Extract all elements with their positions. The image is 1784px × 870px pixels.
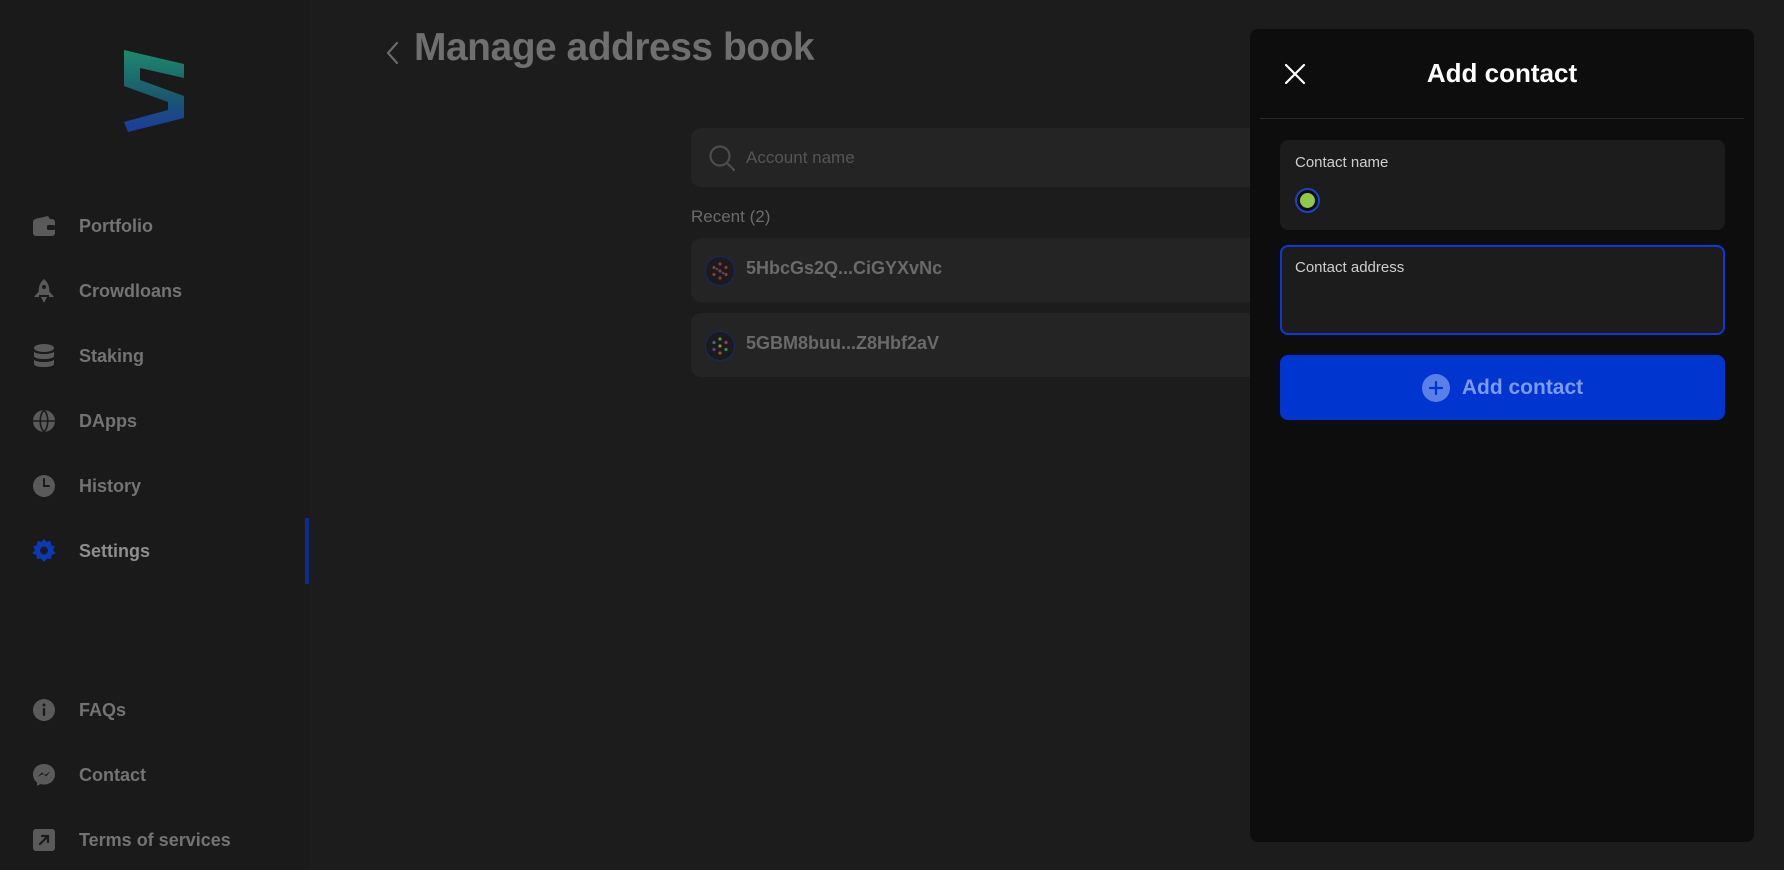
clock-icon xyxy=(31,473,57,499)
rocket-icon xyxy=(31,278,57,304)
contact-name-field[interactable]: Contact name xyxy=(1280,140,1725,230)
page-title: Manage address book xyxy=(414,26,815,69)
external-link-icon xyxy=(31,827,57,853)
add-contact-button-label: Add contact xyxy=(1461,375,1584,399)
contact-address-field[interactable]: Contact address xyxy=(1280,245,1725,335)
database-icon xyxy=(31,343,57,369)
messenger-icon xyxy=(31,762,57,788)
contact-address-label: Contact address xyxy=(1295,259,1405,276)
sidebar-item-label: Staking xyxy=(79,345,145,366)
sidebar-item-history[interactable]: History xyxy=(0,456,309,516)
app-logo[interactable] xyxy=(122,46,186,134)
sidebar-item-terms[interactable]: Terms of services xyxy=(0,810,309,870)
account-address: 5GBM8buu...Z8Hbf2aV xyxy=(746,333,940,353)
sidebar-item-contact[interactable]: Contact xyxy=(0,745,309,805)
wallet-icon xyxy=(31,213,57,239)
account-address: 5HbcGs2Q...CiGYXvNc xyxy=(746,258,943,278)
modal-title: Add contact xyxy=(1426,58,1578,88)
sidebar-item-label: Contact xyxy=(79,764,146,785)
info-icon xyxy=(31,697,57,723)
sidebar-item-staking[interactable]: Staking xyxy=(0,326,309,386)
globe-icon xyxy=(31,408,57,434)
sidebar-item-label: DApps xyxy=(79,410,137,431)
sidebar-item-label: Portfolio xyxy=(79,215,153,236)
contact-name-label: Contact name xyxy=(1295,154,1389,171)
search-icon xyxy=(708,144,736,177)
sidebar-item-faqs[interactable]: FAQs xyxy=(0,680,309,740)
sidebar-item-label: Crowdloans xyxy=(79,280,183,301)
modal-divider xyxy=(1260,118,1744,119)
plus-circle-icon xyxy=(1421,373,1450,402)
sidebar-item-label: History xyxy=(79,475,142,496)
contact-name-input[interactable] xyxy=(1330,184,1700,212)
account-avatar xyxy=(705,256,735,286)
sidebar-item-dapps[interactable]: DApps xyxy=(0,391,309,451)
sidebar-item-label: Settings xyxy=(79,540,151,561)
add-contact-button[interactable]: Add contact xyxy=(1280,355,1725,420)
contact-address-input[interactable] xyxy=(1297,291,1697,319)
back-button[interactable] xyxy=(377,36,407,70)
gear-icon xyxy=(31,538,57,564)
sidebar-item-label: FAQs xyxy=(79,699,127,720)
chevron-left-icon xyxy=(386,41,399,65)
sidebar-item-label: Terms of services xyxy=(79,829,231,850)
add-contact-modal: Add contact Contact name Contact address… xyxy=(1250,29,1754,842)
sidebar-item-portfolio[interactable]: Portfolio xyxy=(0,196,309,256)
sidebar-item-settings[interactable]: Settings xyxy=(0,521,309,581)
account-avatar xyxy=(705,331,735,361)
sidebar-item-crowdloans[interactable]: Crowdloans xyxy=(0,261,309,321)
sidebar: Portfolio Crowdloans Staking DApps Histo… xyxy=(0,0,309,870)
identicon-icon xyxy=(1295,188,1320,213)
recent-label: Recent (2) xyxy=(691,207,771,226)
